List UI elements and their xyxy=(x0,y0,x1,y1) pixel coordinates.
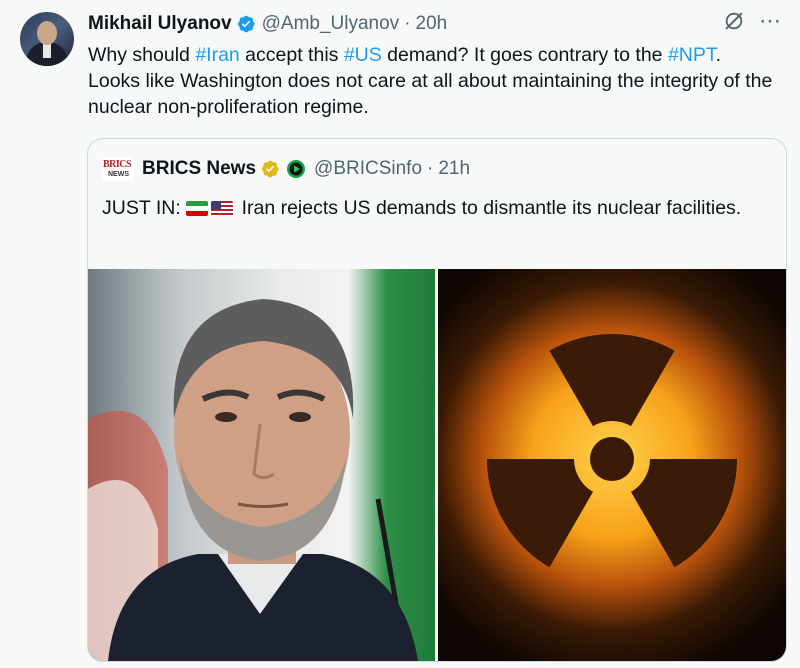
tweet-text-part: demand? It goes contrary to the xyxy=(381,44,668,66)
author-name[interactable]: Mikhail Ulyanov xyxy=(88,13,232,35)
left-eye xyxy=(215,412,237,422)
quoted-text-prefix: JUST IN: xyxy=(102,197,187,219)
logo-text-bottom: NEWS xyxy=(108,171,129,178)
tweet-actions-top: ⋯ xyxy=(723,10,782,32)
verified-badge-icon xyxy=(237,15,255,33)
quoted-tweet-header: BRICS NEWS BRICS News @BRICSinfo · 21h xyxy=(102,157,470,181)
logo-text-top: BRICS xyxy=(103,159,132,170)
iran-flag-icon xyxy=(186,201,209,216)
tweet-text-part: Why should xyxy=(88,44,196,66)
quoted-author-name[interactable]: BRICS News xyxy=(142,158,256,180)
tweet-timestamp[interactable]: 20h xyxy=(416,13,448,35)
more-icon[interactable]: ⋯ xyxy=(759,10,782,32)
hashtag-npt[interactable]: #NPT xyxy=(668,44,716,66)
author-avatar[interactable] xyxy=(20,12,74,66)
affiliate-play-icon xyxy=(287,160,306,178)
quoted-tweet-text: JUST IN: Iran rejects US demands to dism… xyxy=(102,195,762,221)
separator-dot: · xyxy=(427,158,434,179)
avatar-face xyxy=(37,21,57,45)
official-portrait-photo[interactable] xyxy=(88,269,435,661)
hashtag-us[interactable]: #US xyxy=(344,44,382,66)
quoted-tweet[interactable]: BRICS NEWS BRICS News @BRICSinfo · 21h J… xyxy=(87,138,787,662)
usa-flag-icon xyxy=(211,201,234,216)
radiation-symbol-image[interactable] xyxy=(438,269,786,661)
hashtag-iran[interactable]: #Iran xyxy=(195,44,239,66)
avatar-shirt xyxy=(43,44,51,58)
gold-verified-badge-icon xyxy=(262,160,279,178)
tweet-text: Why should #Iran accept this #US demand?… xyxy=(88,42,778,120)
radiation-symbol-icon xyxy=(486,334,737,568)
portrait-illustration xyxy=(88,299,418,661)
separator-dot: · xyxy=(404,13,411,34)
brics-news-logo[interactable]: BRICS NEWS xyxy=(102,157,134,181)
author-handle[interactable]: @Amb_Ulyanov xyxy=(262,13,400,35)
quoted-text-body: Iran rejects US demands to dismantle its… xyxy=(236,197,742,219)
quoted-tweet-timestamp[interactable]: 21h xyxy=(438,158,470,180)
quoted-author-handle[interactable]: @BRICSinfo xyxy=(314,158,422,180)
tweet-header: Mikhail Ulyanov @Amb_Ulyanov · 20h xyxy=(88,12,447,36)
right-eye xyxy=(289,412,311,422)
tweet-text-part: accept this xyxy=(239,44,344,66)
grok-icon[interactable] xyxy=(723,10,745,32)
